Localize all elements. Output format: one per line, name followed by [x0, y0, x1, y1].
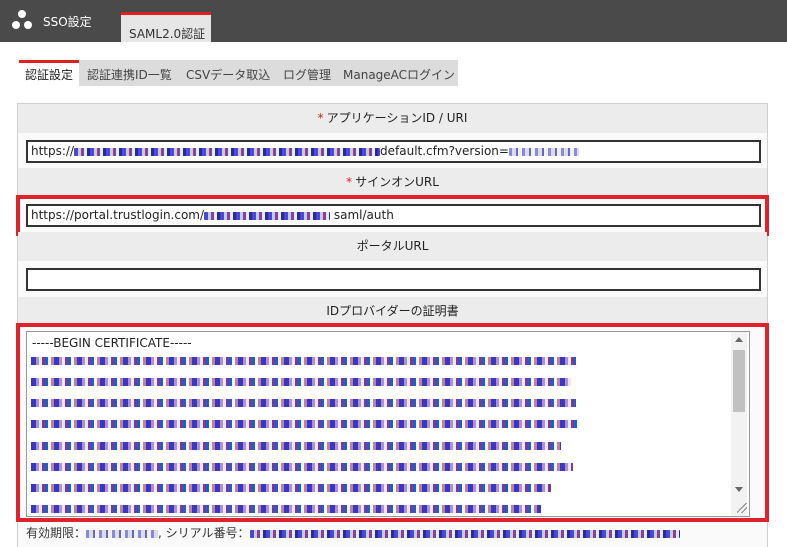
signon-label-row: * サインオンURL	[18, 168, 767, 197]
app-id-input[interactable]: https:// default.cfm?version=	[26, 140, 761, 163]
required-mark: *	[317, 111, 324, 125]
cert-label: IDプロバイダーの証明書	[326, 304, 459, 318]
tab-saml2-label: SAML2.0認証	[129, 27, 206, 41]
app-id-label-row: * アプリケーションID / URI	[18, 104, 767, 133]
share-nodes-icon	[12, 10, 32, 29]
top-header: SSO設定 SAML2.0認証	[0, 0, 787, 42]
app-id-suffix: default.cfm?version=	[380, 144, 509, 158]
subtab-auth-settings[interactable]: 認証設定	[19, 60, 79, 86]
subtab-csv-import[interactable]: CSVデータ取込	[186, 60, 270, 86]
expiry-label: 有効期限：	[26, 526, 87, 540]
signon-highlight	[16, 195, 769, 236]
redacted-text	[508, 147, 579, 156]
sub-tab-bar: 認証設定 認証連携ID一覧 CSVデータ取込 ログ管理 ManageACログイン	[19, 60, 458, 86]
portal-label: ポータルURL	[356, 239, 429, 253]
subtab-label: 認証連携ID一覧	[87, 68, 172, 82]
subtab-manageac-login[interactable]: ManageACログイン	[343, 60, 455, 86]
app-id-label: アプリケーションID / URI	[326, 111, 468, 125]
redacted-text	[86, 529, 159, 538]
subtab-label: 認証設定	[24, 68, 73, 82]
redacted-text	[249, 529, 680, 538]
subtab-label: ManageACログイン	[343, 68, 456, 82]
subtab-label: CSVデータ取込	[186, 68, 271, 82]
app-title: SSO設定	[43, 15, 92, 29]
serial-label: シリアル番号：	[165, 526, 250, 540]
cert-info-line: 有効期限：, シリアル番号：	[26, 524, 680, 541]
subtab-label: ログ管理	[283, 68, 332, 82]
certificate-highlight	[16, 323, 769, 522]
portal-url-input[interactable]	[26, 268, 761, 291]
redacted-text	[74, 147, 381, 156]
subtab-log-management[interactable]: ログ管理	[283, 60, 331, 86]
subtab-auth-id-list[interactable]: 認証連携ID一覧	[87, 60, 172, 86]
tab-saml2[interactable]: SAML2.0認証	[121, 12, 211, 42]
app-id-prefix: https://	[31, 144, 75, 158]
portal-label-row: ポータルURL	[18, 232, 767, 261]
signon-label: サインオンURL	[355, 175, 439, 189]
required-mark: *	[346, 175, 353, 189]
cert-label-row: IDプロバイダーの証明書	[18, 297, 767, 326]
